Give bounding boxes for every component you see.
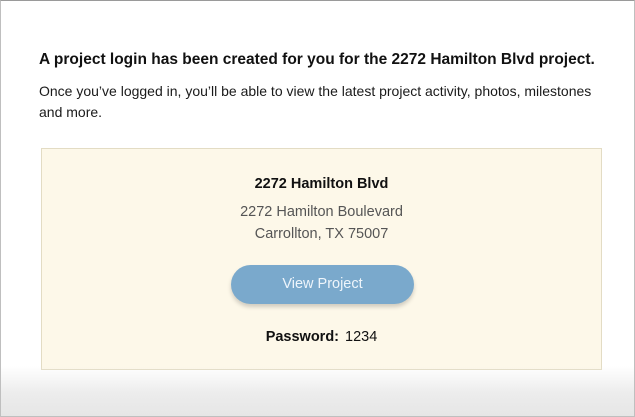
email-body: A project login has been created for you… [0, 0, 635, 417]
project-title: 2272 Hamilton Blvd [254, 176, 389, 192]
password-value: 1234 [345, 329, 378, 345]
email-headline: A project login has been created for you… [39, 51, 595, 68]
address-line-1: 2272 Hamilton Boulevard [240, 204, 403, 220]
password-label: Password: [265, 329, 340, 345]
address-line-2: Carrollton, TX 75007 [254, 226, 389, 242]
bottom-fade [1, 366, 634, 416]
email-intro-text: Once you’ve logged in, you’ll be able to… [39, 83, 592, 120]
project-card: 2272 Hamilton Blvd 2272 Hamilton Bouleva… [41, 148, 602, 370]
view-project-button[interactable]: View Project [231, 265, 414, 304]
password-row: Password: 1234 [42, 329, 601, 345]
